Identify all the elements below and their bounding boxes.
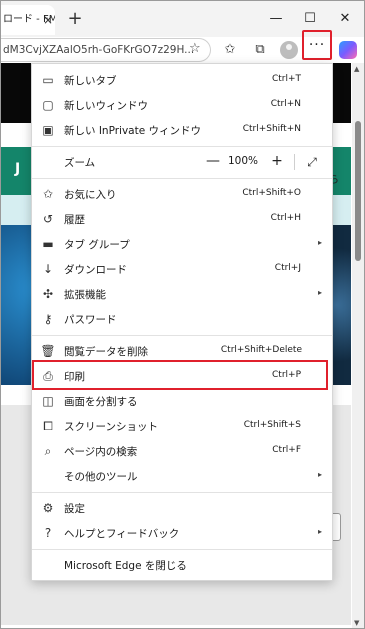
menu-item-label: タブ グループ — [64, 239, 130, 251]
new-window-icon: ▢ — [42, 98, 54, 112]
menu-item-label: パスワード — [64, 314, 117, 326]
settings-menu: ▭ 新しいタブ Ctrl+T ▢ 新しいウィンドウ Ctrl+N ▣ 新しい I… — [31, 63, 333, 581]
menu-item-extensions[interactable]: ✣ 拡張機能 ▸ — [32, 281, 332, 306]
menu-item-label: その他のツール — [64, 471, 138, 483]
screenshot-icon: ⧠ — [43, 419, 53, 433]
menu-item-new-tab[interactable]: ▭ 新しいタブ Ctrl+T — [32, 67, 332, 92]
menu-item-label: スクリーンショット — [64, 421, 158, 433]
new-tab-icon[interactable]: + — [65, 9, 85, 29]
chevron-right-icon: ▸ — [317, 288, 322, 297]
menu-item-new-window[interactable]: ▢ 新しいウィンドウ Ctrl+N — [32, 92, 332, 117]
menu-separator — [32, 492, 332, 493]
menu-item-split-screen[interactable]: ◫ 画面を分割する — [32, 388, 332, 413]
menu-item-label: ズーム — [64, 157, 96, 169]
menu-item-label: 閲覧データを削除 — [64, 346, 148, 358]
settings-and-more-button[interactable]: ··· — [302, 30, 332, 60]
menu-item-label: 拡張機能 — [64, 289, 106, 301]
menu-item-label: お気に入り — [64, 189, 117, 201]
page-scrollbar[interactable]: ▲ ▼ — [352, 63, 364, 628]
menu-item-label: 履歴 — [64, 214, 85, 226]
menu-item-label: 設定 — [64, 503, 85, 515]
copilot-icon[interactable] — [339, 41, 357, 59]
print-highlight-box — [32, 360, 328, 390]
menu-item-shortcut: Ctrl+Shift+Delete — [220, 345, 302, 355]
menu-item-shortcut: Ctrl+Shift+S — [243, 420, 301, 430]
menu-item-label: 新しいウィンドウ — [64, 100, 148, 112]
menu-item-more-tools[interactable]: その他のツール ▸ — [32, 463, 332, 488]
menu-item-shortcut: Ctrl+Shift+N — [242, 124, 301, 134]
address-text: dM3CvjXZAalO5rh-GoFKrGO7z29H... — [3, 44, 195, 56]
menu-item-find-on-page[interactable]: ⌕ ページ内の検索 Ctrl+F — [32, 438, 332, 463]
find-icon: ⌕ — [44, 444, 52, 458]
menu-item-shortcut: Ctrl+F — [272, 445, 301, 455]
menu-separator — [32, 335, 332, 336]
menu-item-screenshot[interactable]: ⧠ スクリーンショット Ctrl+Shift+S — [32, 413, 332, 438]
menu-item-label: 新しいタブ — [64, 75, 117, 87]
fullscreen-icon[interactable]: ⤢ — [302, 152, 322, 172]
favorites-toolbar-icon[interactable]: ✩ — [221, 41, 239, 59]
zoom-divider — [294, 154, 295, 170]
menu-item-zoom: ズーム — 100% + ⤢ — [32, 149, 332, 174]
menu-item-new-inprivate-window[interactable]: ▣ 新しい InPrivate ウィンドウ Ctrl+Shift+N — [32, 117, 332, 142]
scroll-down-icon[interactable]: ▼ — [354, 619, 359, 627]
download-icon: ↓ — [42, 262, 54, 276]
profile-avatar[interactable] — [280, 41, 298, 59]
address-bar[interactable]: dM3CvjXZAalO5rh-GoFKrGO7z29H... — [1, 38, 211, 62]
zoom-in-button[interactable]: + — [266, 151, 288, 171]
key-icon: ⚷ — [43, 312, 53, 326]
trash-icon: 🗑 — [40, 344, 56, 358]
chevron-right-icon: ▸ — [317, 238, 322, 247]
favorites-icon: ✩ — [42, 187, 54, 201]
chevron-right-icon: ▸ — [317, 527, 322, 536]
close-window-icon[interactable]: ✕ — [332, 7, 358, 31]
maximize-icon[interactable]: ☐ — [297, 7, 323, 31]
browser-window: ロード - FM × + — ☐ ✕ dM3CvjXZAalO5rh-GoFKr… — [0, 0, 365, 629]
menu-item-help-feedback[interactable]: ? ヘルプとフィードバック ▸ — [32, 520, 332, 545]
menu-item-shortcut: Ctrl+Shift+O — [242, 188, 301, 198]
menu-item-settings[interactable]: ⚙ 設定 — [32, 495, 332, 520]
collections-icon[interactable]: ⧉ — [251, 41, 269, 59]
menu-item-tab-groups[interactable]: ▬ タブ グループ ▸ — [32, 231, 332, 256]
extensions-icon: ✣ — [42, 287, 54, 301]
chevron-right-icon: ▸ — [317, 470, 322, 479]
menu-item-shortcut: Ctrl+J — [274, 263, 301, 273]
scroll-thumb[interactable] — [355, 121, 361, 261]
settings-icon: ⚙ — [42, 501, 54, 515]
menu-item-label: Microsoft Edge を閉じる — [64, 560, 187, 572]
menu-item-close-edge[interactable]: Microsoft Edge を閉じる — [32, 552, 332, 577]
help-icon: ? — [44, 526, 52, 540]
history-icon: ↺ — [42, 212, 54, 226]
page-teal-text: J — [15, 161, 21, 177]
menu-item-label: 新しい InPrivate ウィンドウ — [64, 125, 202, 137]
split-screen-icon: ◫ — [42, 394, 54, 408]
menu-item-label: ページ内の検索 — [64, 446, 138, 458]
zoom-level: 100% — [228, 155, 259, 167]
scroll-up-icon[interactable]: ▲ — [354, 65, 359, 73]
add-favorite-icon[interactable]: ☆ — [189, 41, 201, 56]
new-tab-icon: ▭ — [42, 73, 54, 87]
menu-item-history[interactable]: ↺ 履歴 Ctrl+H — [32, 206, 332, 231]
menu-item-shortcut: Ctrl+T — [271, 74, 301, 84]
menu-item-shortcut: Ctrl+N — [270, 99, 301, 109]
browser-tab[interactable]: ロード - FM × — [1, 5, 55, 35]
menu-item-passwords[interactable]: ⚷ パスワード — [32, 306, 332, 331]
inprivate-icon: ▣ — [42, 123, 54, 137]
menu-separator — [32, 178, 332, 179]
tab-close-icon[interactable]: × — [43, 5, 53, 35]
menu-item-label: ヘルプとフィードバック — [64, 528, 180, 540]
menu-separator — [32, 146, 332, 147]
menu-item-favorites[interactable]: ✩ お気に入り Ctrl+Shift+O — [32, 181, 332, 206]
tab-groups-icon: ▬ — [42, 237, 54, 251]
zoom-out-button[interactable]: — — [202, 151, 224, 171]
menu-item-label: 画面を分割する — [64, 396, 138, 408]
minimize-icon[interactable]: — — [263, 7, 289, 31]
menu-item-shortcut: Ctrl+H — [270, 213, 301, 223]
menu-item-downloads[interactable]: ↓ ダウンロード Ctrl+J — [32, 256, 332, 281]
address-toolbar: dM3CvjXZAalO5rh-GoFKrGO7z29H... ☆ ✩ ⧉ ··… — [1, 30, 364, 63]
menu-item-label: ダウンロード — [64, 264, 127, 276]
menu-separator — [32, 549, 332, 550]
